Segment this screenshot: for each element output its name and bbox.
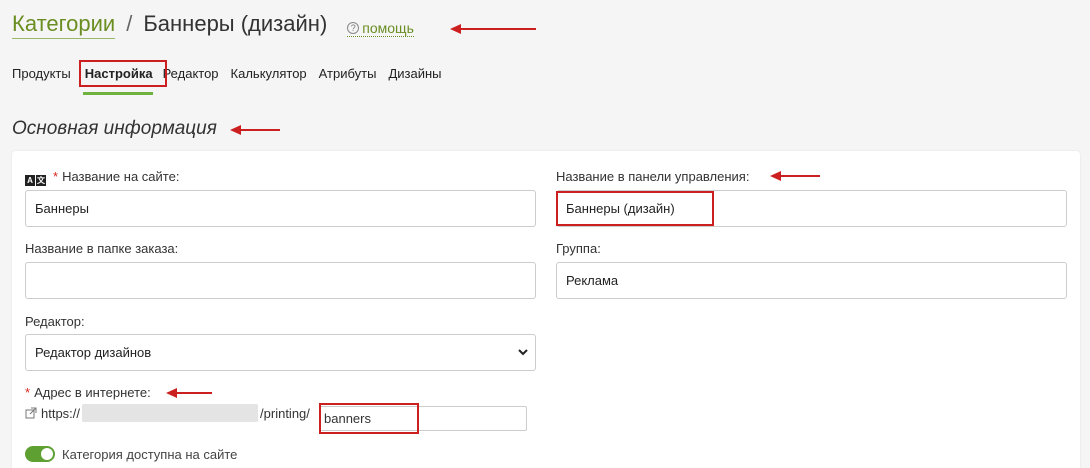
chevron-down-icon — [518, 349, 528, 356]
required-asterisk: * — [53, 169, 59, 184]
category-available-label: Категория доступна на сайте — [62, 447, 238, 462]
url-path: /printing/ — [260, 405, 310, 421]
editor-label: Редактор: — [25, 314, 85, 329]
tab-editor[interactable]: Редактор — [163, 62, 219, 85]
breadcrumb-categories-link[interactable]: Категории — [12, 10, 116, 39]
group-label: Группа: — [556, 241, 601, 256]
tab-products[interactable]: Продукты — [12, 62, 71, 85]
order-folder-input[interactable] — [25, 262, 536, 299]
page-header: Категории / Баннеры (дизайн) ? помощь — [12, 10, 414, 39]
site-name-label-row: A 文 * Название на сайте: — [25, 169, 179, 186]
tab-designs[interactable]: Дизайны — [388, 62, 441, 85]
page-title: Баннеры (дизайн) — [143, 11, 328, 36]
external-link-icon[interactable] — [25, 407, 37, 419]
url-row: https:// /printing/ — [25, 404, 310, 422]
annotation-arrow-address — [166, 388, 212, 398]
translate-icon[interactable]: A文 — [25, 175, 47, 186]
annotation-arrow-section — [230, 125, 280, 135]
site-name-input[interactable]: Баннеры — [25, 190, 536, 227]
annotation-box-settings-tab — [79, 60, 167, 87]
editor-select-value: Редактор дизайнов — [35, 345, 152, 360]
url-prefix: https:// — [41, 405, 81, 421]
help-circle-icon: ? — [347, 22, 360, 34]
help-link[interactable]: ? помощь — [347, 20, 414, 37]
page: Категории / Баннеры (дизайн) ? помощь Пр… — [0, 0, 1090, 468]
annotation-box-admin-name — [556, 191, 714, 226]
editor-select[interactable]: Редактор дизайнов — [25, 334, 536, 371]
help-label: помощь — [362, 20, 414, 36]
annotation-box-url-slug — [319, 403, 419, 434]
tab-attributes[interactable]: Атрибуты — [319, 62, 377, 85]
address-label: Адрес в интернете: — [34, 385, 151, 400]
address-label-row: * Адрес в интернете: — [25, 385, 151, 400]
site-name-label: Название на сайте: — [62, 169, 180, 184]
section-title: Основная информация — [12, 118, 217, 139]
annotation-arrow-help — [450, 24, 536, 34]
tab-calculator[interactable]: Калькулятор — [231, 62, 307, 85]
group-input[interactable]: Реклама — [556, 262, 1067, 299]
annotation-arrow-admin-name — [770, 171, 820, 181]
admin-name-label: Название в панели управления: — [556, 169, 750, 184]
order-folder-label: Название в папке заказа: — [25, 241, 179, 256]
category-available-toggle[interactable] — [25, 446, 55, 462]
breadcrumb-separator: / — [126, 11, 133, 36]
required-asterisk: * — [25, 385, 31, 400]
redacted-domain — [82, 404, 259, 422]
